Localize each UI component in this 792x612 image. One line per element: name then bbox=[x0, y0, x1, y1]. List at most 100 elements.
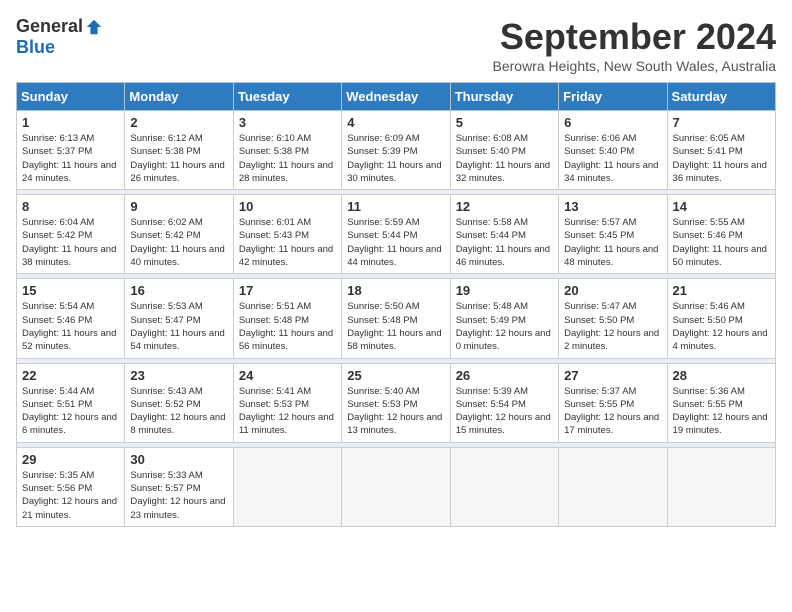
page-header: General Blue September 2024 Berowra Heig… bbox=[16, 16, 776, 74]
calendar-cell: 19 Sunrise: 5:48 AMSunset: 5:49 PMDayligh… bbox=[450, 279, 558, 358]
calendar-cell: 18 Sunrise: 5:50 AMSunset: 5:48 PMDayligh… bbox=[342, 279, 450, 358]
calendar-cell: 17 Sunrise: 5:51 AMSunset: 5:48 PMDayligh… bbox=[233, 279, 341, 358]
day-number: 20 bbox=[564, 283, 661, 298]
day-info: Sunrise: 6:10 AMSunset: 5:38 PMDaylight:… bbox=[239, 132, 336, 185]
calendar-cell: 23 Sunrise: 5:43 AMSunset: 5:52 PMDayligh… bbox=[125, 363, 233, 442]
calendar-cell bbox=[342, 447, 450, 526]
calendar-cell: 15Sunrise: 5:54 AMSunset: 5:46 PMDayligh… bbox=[17, 279, 125, 358]
day-info: Sunrise: 5:37 AMSunset: 5:55 PMDaylight:… bbox=[564, 385, 661, 438]
day-number: 17 bbox=[239, 283, 336, 298]
day-info: Sunrise: 5:33 AMSunset: 5:57 PMDaylight:… bbox=[130, 469, 227, 522]
calendar-cell bbox=[450, 447, 558, 526]
calendar-cell: 28Sunrise: 5:36 AMSunset: 5:55 PMDayligh… bbox=[667, 363, 775, 442]
day-info: Sunrise: 5:39 AMSunset: 5:54 PMDaylight:… bbox=[456, 385, 553, 438]
calendar-cell: 8Sunrise: 6:04 AMSunset: 5:42 PMDaylight… bbox=[17, 195, 125, 274]
day-info: Sunrise: 5:48 AMSunset: 5:49 PMDaylight:… bbox=[456, 300, 553, 353]
calendar-cell: 3 Sunrise: 6:10 AMSunset: 5:38 PMDaylight… bbox=[233, 111, 341, 190]
day-number: 26 bbox=[456, 368, 553, 383]
day-info: Sunrise: 6:12 AMSunset: 5:38 PMDaylight:… bbox=[130, 132, 227, 185]
day-number: 6 bbox=[564, 115, 661, 130]
title-area: September 2024 Berowra Heights, New Sout… bbox=[493, 16, 777, 74]
day-info: Sunrise: 5:44 AMSunset: 5:51 PMDaylight:… bbox=[22, 385, 119, 438]
day-info: Sunrise: 5:46 AMSunset: 5:50 PMDaylight:… bbox=[673, 300, 770, 353]
day-info: Sunrise: 5:53 AMSunset: 5:47 PMDaylight:… bbox=[130, 300, 227, 353]
calendar-cell: 14 Sunrise: 5:55 AMSunset: 5:46 PMDayligh… bbox=[667, 195, 775, 274]
calendar-table: SundayMondayTuesdayWednesdayThursdayFrid… bbox=[16, 82, 776, 527]
month-title: September 2024 bbox=[493, 16, 777, 58]
day-info: Sunrise: 5:43 AMSunset: 5:52 PMDaylight:… bbox=[130, 385, 227, 438]
day-info: Sunrise: 5:57 AMSunset: 5:45 PMDaylight:… bbox=[564, 216, 661, 269]
calendar-row-0: 1 Sunrise: 6:13 AMSunset: 5:37 PMDaylight… bbox=[17, 111, 776, 190]
day-number: 11 bbox=[347, 199, 444, 214]
calendar-cell: 21 Sunrise: 5:46 AMSunset: 5:50 PMDayligh… bbox=[667, 279, 775, 358]
day-info: Sunrise: 5:59 AMSunset: 5:44 PMDaylight:… bbox=[347, 216, 444, 269]
calendar-cell: 2Sunrise: 6:12 AMSunset: 5:38 PMDaylight… bbox=[125, 111, 233, 190]
day-number: 18 bbox=[347, 283, 444, 298]
day-info: Sunrise: 6:01 AMSunset: 5:43 PMDaylight:… bbox=[239, 216, 336, 269]
calendar-cell: 5Sunrise: 6:08 AMSunset: 5:40 PMDaylight… bbox=[450, 111, 558, 190]
day-number: 19 bbox=[456, 283, 553, 298]
day-number: 27 bbox=[564, 368, 661, 383]
calendar-cell: 11 Sunrise: 5:59 AMSunset: 5:44 PMDayligh… bbox=[342, 195, 450, 274]
calendar-cell: 10 Sunrise: 6:01 AMSunset: 5:43 PMDayligh… bbox=[233, 195, 341, 274]
day-number: 15 bbox=[22, 283, 119, 298]
day-number: 24 bbox=[239, 368, 336, 383]
day-header-friday: Friday bbox=[559, 83, 667, 111]
day-number: 1 bbox=[22, 115, 119, 130]
day-info: Sunrise: 5:41 AMSunset: 5:53 PMDaylight:… bbox=[239, 385, 336, 438]
day-info: Sunrise: 5:55 AMSunset: 5:46 PMDaylight:… bbox=[673, 216, 770, 269]
calendar-cell: 13 Sunrise: 5:57 AMSunset: 5:45 PMDayligh… bbox=[559, 195, 667, 274]
day-number: 29 bbox=[22, 452, 119, 467]
logo-general-text: General bbox=[16, 16, 83, 37]
calendar-cell: 27 Sunrise: 5:37 AMSunset: 5:55 PMDayligh… bbox=[559, 363, 667, 442]
day-number: 8 bbox=[22, 199, 119, 214]
day-number: 3 bbox=[239, 115, 336, 130]
day-info: Sunrise: 5:47 AMSunset: 5:50 PMDaylight:… bbox=[564, 300, 661, 353]
day-header-monday: Monday bbox=[125, 83, 233, 111]
day-number: 14 bbox=[673, 199, 770, 214]
logo-icon bbox=[85, 18, 103, 36]
calendar-cell bbox=[559, 447, 667, 526]
calendar-cell: 1 Sunrise: 6:13 AMSunset: 5:37 PMDaylight… bbox=[17, 111, 125, 190]
calendar-cell: 20 Sunrise: 5:47 AMSunset: 5:50 PMDayligh… bbox=[559, 279, 667, 358]
calendar-cell bbox=[233, 447, 341, 526]
calendar-row-4: 29 Sunrise: 5:35 AMSunset: 5:56 PMDayligh… bbox=[17, 447, 776, 526]
day-info: Sunrise: 5:51 AMSunset: 5:48 PMDaylight:… bbox=[239, 300, 336, 353]
calendar-cell: 29 Sunrise: 5:35 AMSunset: 5:56 PMDayligh… bbox=[17, 447, 125, 526]
calendar-row-3: 22 Sunrise: 5:44 AMSunset: 5:51 PMDayligh… bbox=[17, 363, 776, 442]
day-number: 21 bbox=[673, 283, 770, 298]
calendar-cell: 30 Sunrise: 5:33 AMSunset: 5:57 PMDayligh… bbox=[125, 447, 233, 526]
day-number: 25 bbox=[347, 368, 444, 383]
calendar-header-row: SundayMondayTuesdayWednesdayThursdayFrid… bbox=[17, 83, 776, 111]
day-number: 22 bbox=[22, 368, 119, 383]
calendar-cell: 6Sunrise: 6:06 AMSunset: 5:40 PMDaylight… bbox=[559, 111, 667, 190]
day-info: Sunrise: 6:05 AMSunset: 5:41 PMDaylight:… bbox=[673, 132, 770, 185]
calendar-row-2: 15Sunrise: 5:54 AMSunset: 5:46 PMDayligh… bbox=[17, 279, 776, 358]
calendar-cell: 24 Sunrise: 5:41 AMSunset: 5:53 PMDayligh… bbox=[233, 363, 341, 442]
day-info: Sunrise: 5:58 AMSunset: 5:44 PMDaylight:… bbox=[456, 216, 553, 269]
logo-blue-text: Blue bbox=[16, 37, 55, 58]
day-number: 12 bbox=[456, 199, 553, 214]
day-number: 5 bbox=[456, 115, 553, 130]
day-header-saturday: Saturday bbox=[667, 83, 775, 111]
calendar-cell: 26 Sunrise: 5:39 AMSunset: 5:54 PMDayligh… bbox=[450, 363, 558, 442]
day-header-sunday: Sunday bbox=[17, 83, 125, 111]
day-number: 13 bbox=[564, 199, 661, 214]
day-info: Sunrise: 6:09 AMSunset: 5:39 PMDaylight:… bbox=[347, 132, 444, 185]
day-info: Sunrise: 6:13 AMSunset: 5:37 PMDaylight:… bbox=[22, 132, 119, 185]
subtitle: Berowra Heights, New South Wales, Austra… bbox=[493, 58, 777, 74]
day-header-wednesday: Wednesday bbox=[342, 83, 450, 111]
day-number: 28 bbox=[673, 368, 770, 383]
day-info: Sunrise: 5:50 AMSunset: 5:48 PMDaylight:… bbox=[347, 300, 444, 353]
day-number: 10 bbox=[239, 199, 336, 214]
calendar-cell: 25 Sunrise: 5:40 AMSunset: 5:53 PMDayligh… bbox=[342, 363, 450, 442]
calendar-cell bbox=[667, 447, 775, 526]
calendar-cell: 9Sunrise: 6:02 AMSunset: 5:42 PMDaylight… bbox=[125, 195, 233, 274]
calendar-row-1: 8Sunrise: 6:04 AMSunset: 5:42 PMDaylight… bbox=[17, 195, 776, 274]
day-number: 23 bbox=[130, 368, 227, 383]
day-info: Sunrise: 5:40 AMSunset: 5:53 PMDaylight:… bbox=[347, 385, 444, 438]
day-number: 4 bbox=[347, 115, 444, 130]
day-number: 30 bbox=[130, 452, 227, 467]
day-number: 16 bbox=[130, 283, 227, 298]
day-info: Sunrise: 5:35 AMSunset: 5:56 PMDaylight:… bbox=[22, 469, 119, 522]
